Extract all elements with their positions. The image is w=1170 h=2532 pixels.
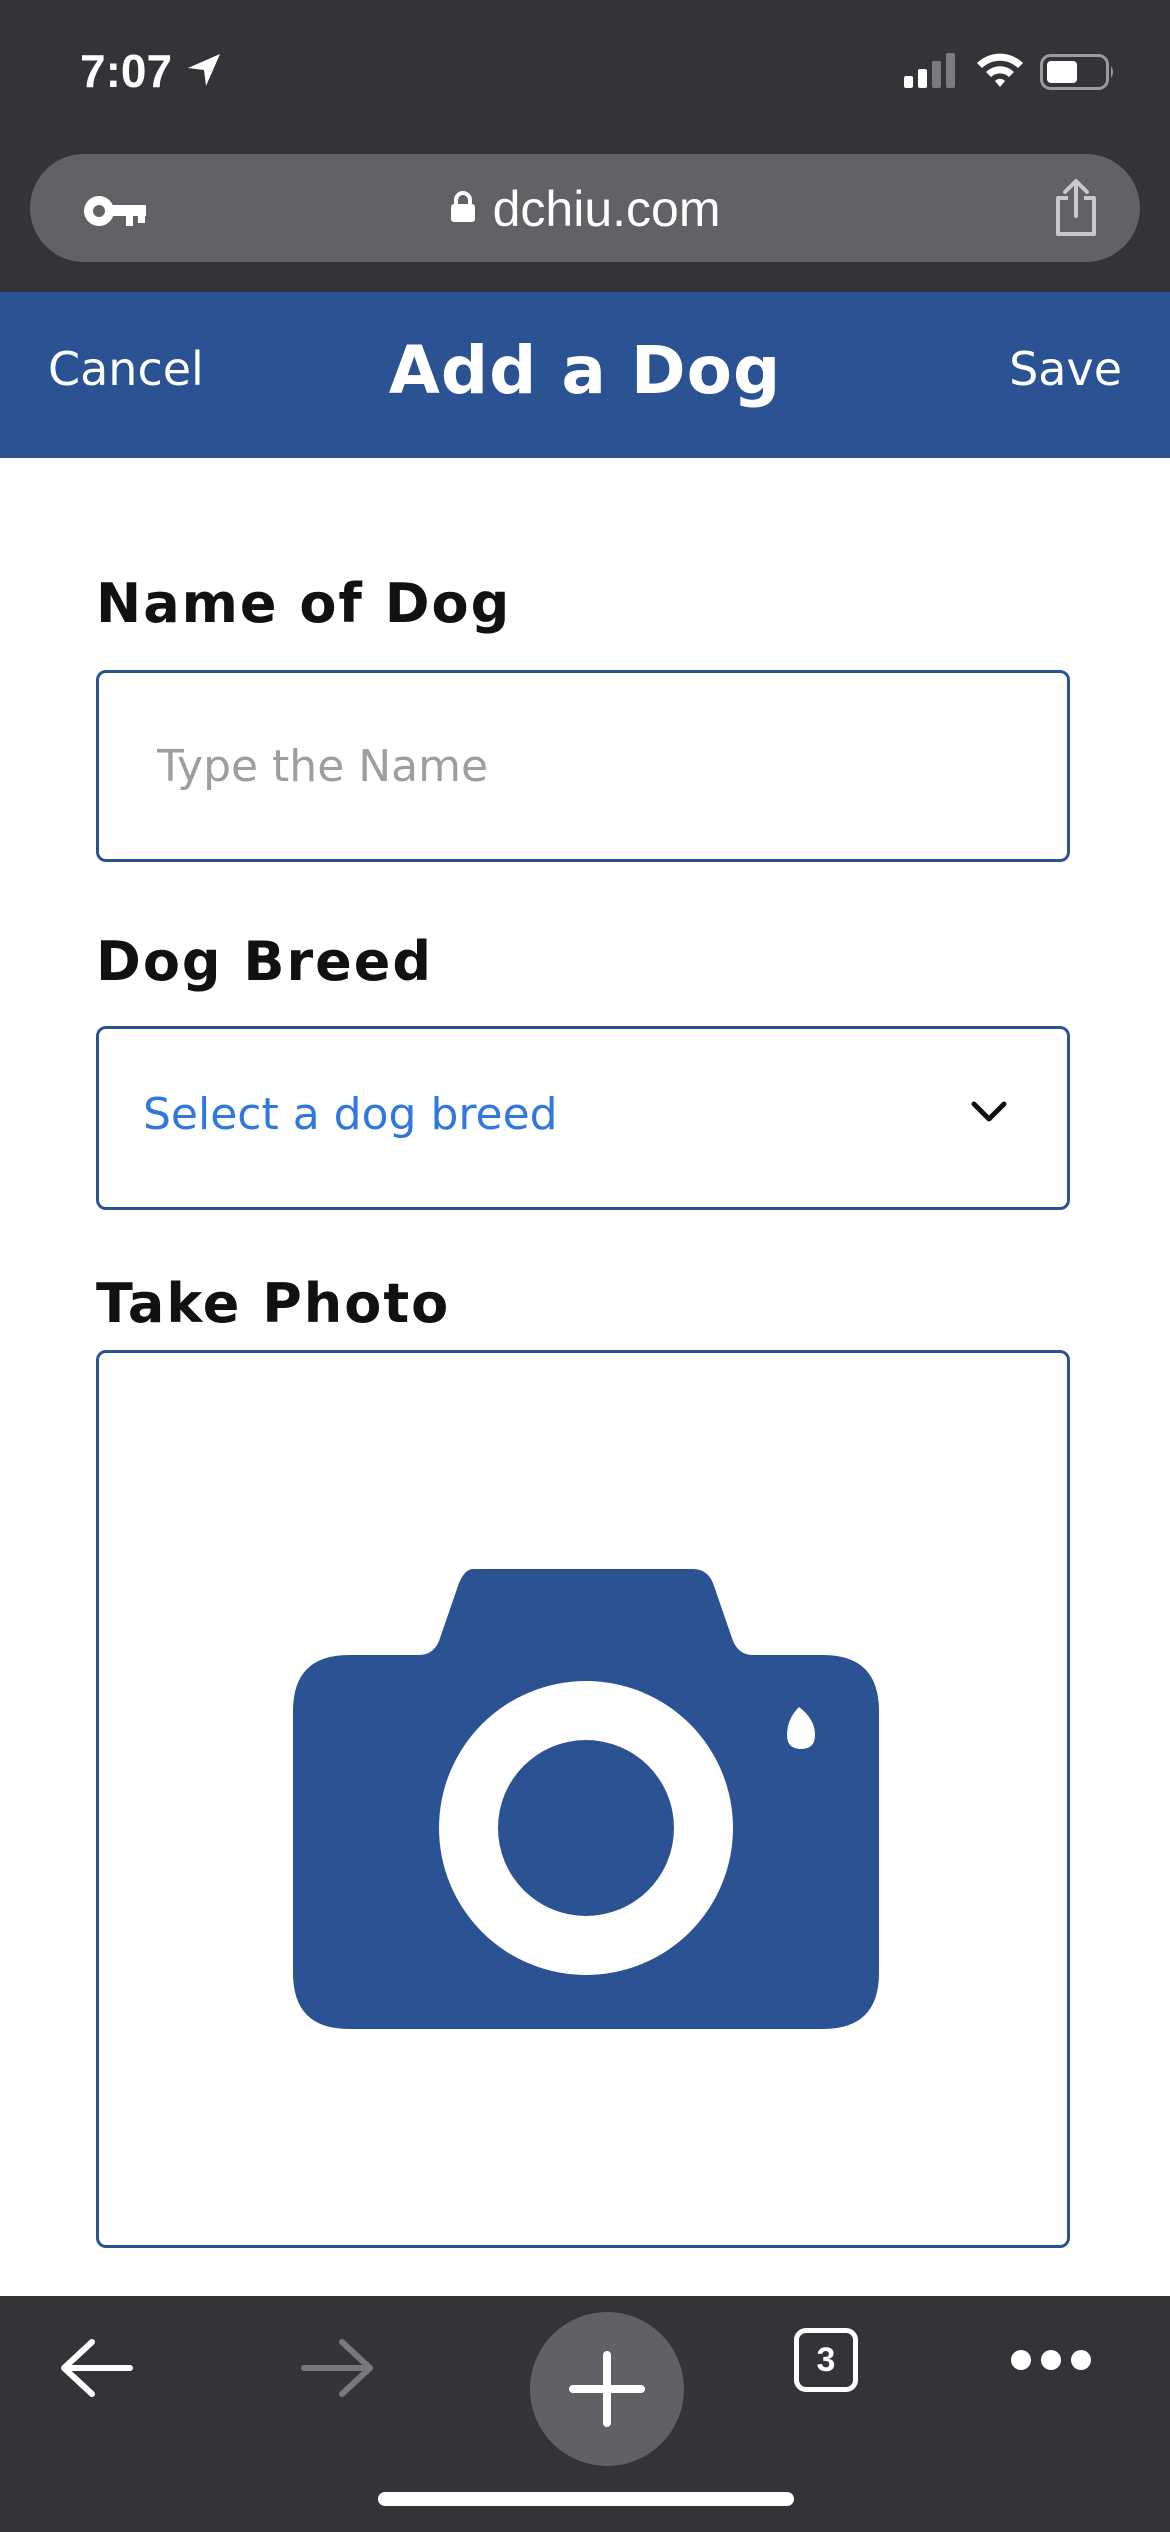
name-input[interactable] <box>157 673 1037 859</box>
battery-icon <box>1040 54 1116 94</box>
plus-icon <box>569 2351 645 2427</box>
name-label: Name of Dog <box>96 572 512 635</box>
breed-select[interactable]: Select a dog breed <box>96 1026 1070 1210</box>
save-button[interactable]: Save <box>1009 342 1122 396</box>
name-field[interactable] <box>96 670 1070 862</box>
location-arrow-icon <box>186 52 222 92</box>
back-arrow-icon[interactable] <box>58 2336 134 2404</box>
page-title: Add a Dog <box>388 332 782 409</box>
take-photo-button[interactable] <box>96 1350 1070 2248</box>
wifi-icon <box>975 50 1025 92</box>
url-text: dchiu.com <box>492 181 721 237</box>
breed-select-value: Select a dog breed <box>143 1089 558 1140</box>
lock-icon <box>450 191 476 227</box>
tabs-button[interactable]: 3 <box>794 2328 858 2392</box>
new-tab-button[interactable] <box>530 2312 684 2466</box>
status-bar: 7:07 <box>0 0 1170 150</box>
forward-arrow-icon[interactable] <box>300 2336 376 2404</box>
app-header: Cancel Add a Dog Save <box>0 292 1170 458</box>
camera-icon <box>293 1569 879 2033</box>
url-field[interactable]: dchiu.com <box>30 154 1140 262</box>
share-icon[interactable] <box>1052 178 1100 242</box>
status-time: 7:07 <box>80 45 173 97</box>
breed-label: Dog Breed <box>96 930 434 993</box>
chevron-down-icon <box>969 1099 1009 1129</box>
browser-address-bar: dchiu.com <box>0 150 1170 292</box>
more-icon[interactable] <box>1010 2348 1092 2376</box>
photo-label: Take Photo <box>96 1272 451 1335</box>
signal-icon <box>904 52 956 92</box>
home-indicator <box>378 2492 794 2506</box>
